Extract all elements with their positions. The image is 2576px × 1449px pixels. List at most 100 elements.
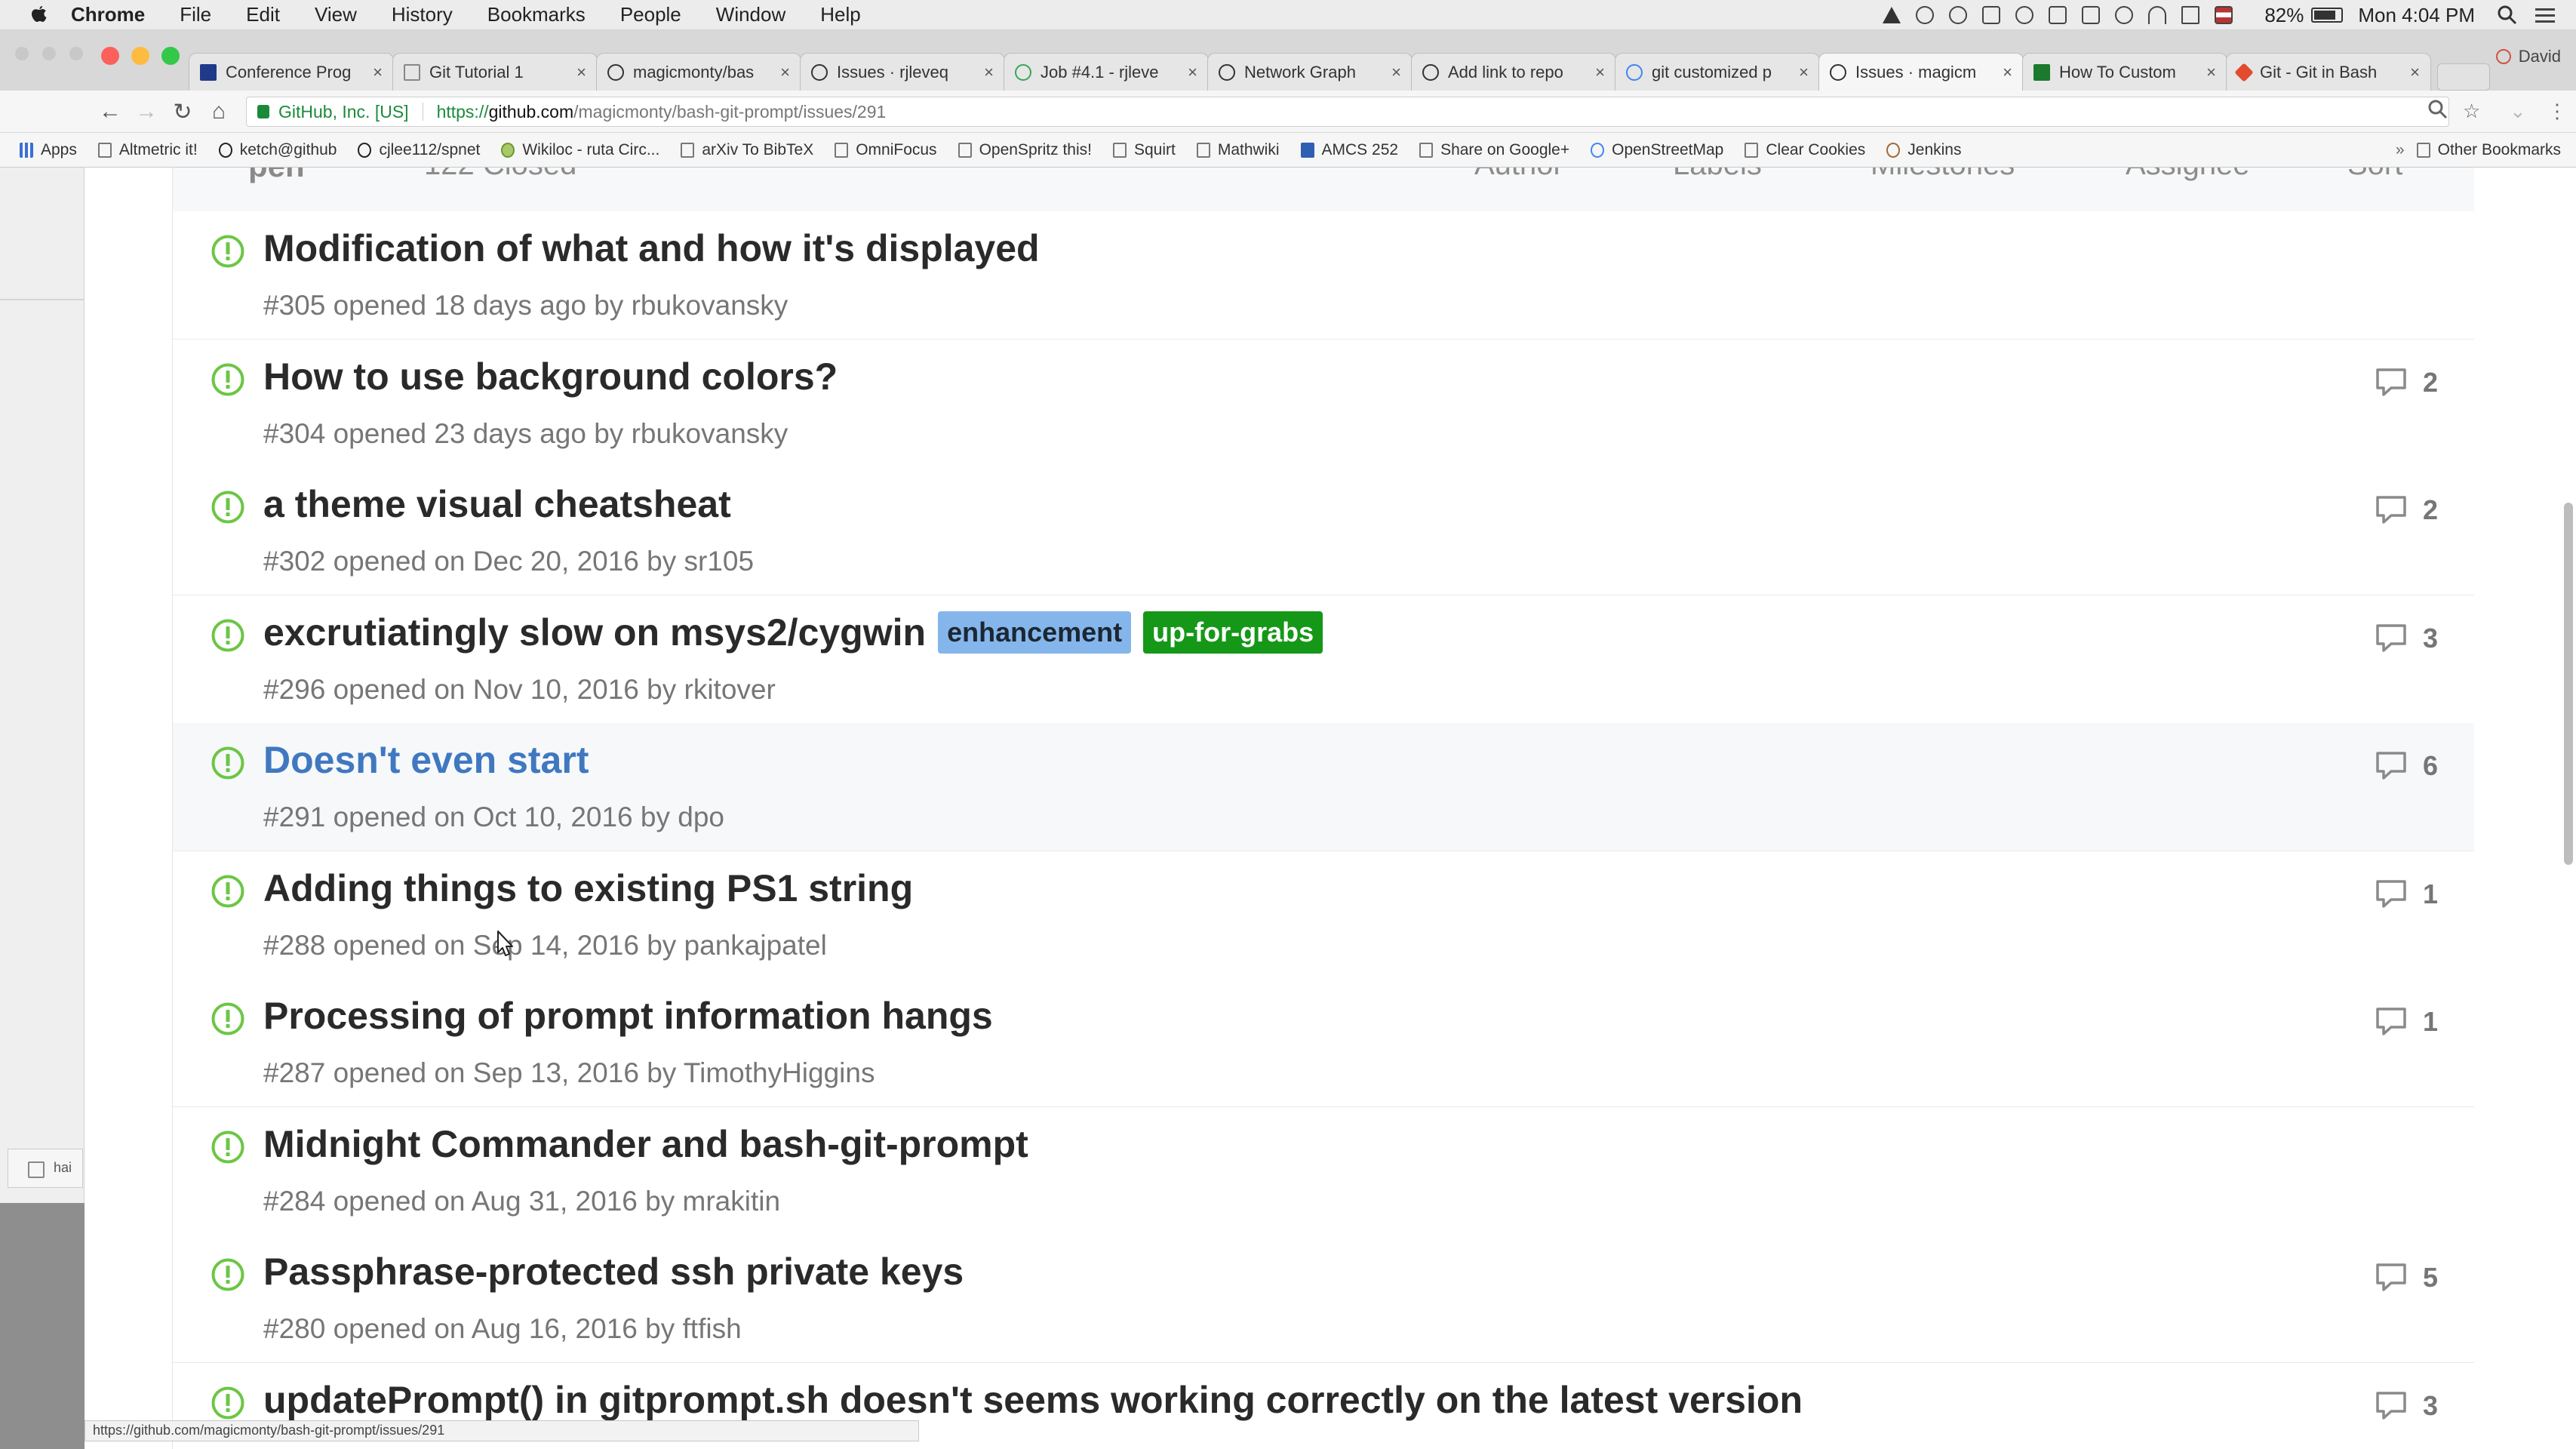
menu-view[interactable]: View: [315, 3, 357, 26]
issue-row[interactable]: excrutiatingly slow on msys2/cygwin enhan…: [173, 595, 2474, 724]
tab-close-icon[interactable]: ×: [2206, 63, 2216, 82]
issue-title-link[interactable]: Modification of what and how it's displa…: [263, 226, 1040, 270]
issue-comments-link[interactable]: 3: [2375, 623, 2438, 654]
chrome-menu-icon[interactable]: ⋮: [2547, 100, 2567, 123]
menu-bookmarks[interactable]: Bookmarks: [487, 3, 586, 26]
site-identity[interactable]: GitHub, Inc. [US]: [278, 102, 409, 122]
filter-author[interactable]: Author: [1474, 168, 1563, 182]
tab-close-icon[interactable]: ×: [1188, 63, 1197, 82]
tab-issues-magicmonty[interactable]: Issues · magicm ×: [1818, 53, 2024, 91]
issue-comments-link[interactable]: 3: [2375, 1390, 2438, 1422]
extension-icon[interactable]: ⌄: [2510, 100, 2526, 123]
airplay-icon[interactable]: [2082, 6, 2101, 24]
issue-title-link[interactable]: updatePrompt() in gitprompt.sh doesn't s…: [263, 1378, 1803, 1422]
bookmark-altmetric[interactable]: Altmetric it!: [97, 141, 198, 159]
tab-git-in-bash[interactable]: Git - Git in Bash ×: [2226, 53, 2431, 91]
tab-close-icon[interactable]: ×: [2003, 63, 2012, 82]
dropbox-icon[interactable]: [2049, 6, 2067, 24]
flag-icon[interactable]: [2215, 6, 2233, 24]
bookmark-jenkins[interactable]: Jenkins: [1886, 141, 1961, 159]
issue-title-link[interactable]: Passphrase-protected ssh private keys: [263, 1250, 964, 1294]
bookmark-arxiv-bibtex[interactable]: arXiv To BibTeX: [681, 141, 813, 159]
tab-close-icon[interactable]: ×: [1595, 63, 1605, 82]
forward-button[interactable]: →: [133, 98, 160, 125]
issue-comments-link[interactable]: 2: [2375, 367, 2438, 398]
shield-icon[interactable]: [1982, 6, 2001, 24]
bookmark-wikiloc[interactable]: Wikiloc - ruta Circ...: [501, 141, 659, 159]
bookmark-mathwiki[interactable]: Mathwiki: [1196, 141, 1280, 159]
tab-add-link[interactable]: Add link to repo ×: [1411, 53, 1616, 91]
bookmarks-overflow-chevron[interactable]: »: [2396, 141, 2405, 159]
issue-label-up-for-grabs[interactable]: up-for-grabs: [1143, 611, 1323, 654]
bookmark-clear-cookies[interactable]: Clear Cookies: [1744, 141, 1865, 159]
filter-milestones[interactable]: Milestones: [1871, 168, 2015, 182]
filter-labels[interactable]: Labels: [1673, 168, 1762, 182]
issue-comments-link[interactable]: 2: [2375, 494, 2438, 526]
close-window-button[interactable]: [101, 47, 119, 65]
tab-close-icon[interactable]: ×: [373, 63, 383, 82]
page-scrollbar[interactable]: [2564, 503, 2573, 865]
reload-button[interactable]: ↻: [169, 98, 196, 125]
issue-title-link[interactable]: excrutiatingly slow on msys2/cygwin: [263, 611, 926, 654]
issue-row[interactable]: a theme visual cheatsheat #302 opened on …: [173, 467, 2474, 595]
clock[interactable]: Mon 4:04 PM: [2358, 4, 2475, 27]
tab-network-graph[interactable]: Network Graph ×: [1207, 53, 1412, 91]
onepassword-icon[interactable]: [1916, 6, 1935, 24]
issue-row[interactable]: Processing of prompt information hangs #2…: [173, 979, 2474, 1107]
issue-title-link[interactable]: How to use background colors?: [263, 355, 838, 398]
wifi-icon[interactable]: [2148, 6, 2167, 24]
bookmark-openstreetmap[interactable]: OpenStreetMap: [1591, 141, 1723, 159]
filter-sort[interactable]: Sort: [2347, 168, 2402, 182]
sync-icon[interactable]: [1949, 6, 1968, 24]
bookmark-omnifocus[interactable]: OmniFocus: [835, 141, 937, 159]
home-button[interactable]: ⌂: [205, 98, 232, 125]
notification-center-icon[interactable]: [2535, 7, 2555, 23]
menu-file[interactable]: File: [180, 3, 211, 26]
bookmark-amcs252[interactable]: AMCS 252: [1300, 141, 1398, 159]
menu-app-name[interactable]: Chrome: [71, 3, 145, 26]
new-tab-button[interactable]: [2437, 63, 2490, 91]
bitly-icon[interactable]: [2015, 6, 2034, 24]
zoom-icon[interactable]: [2428, 100, 2448, 119]
open-issues-toggle[interactable]: pen: [248, 168, 305, 184]
tab-close-icon[interactable]: ×: [2410, 63, 2420, 82]
tab-close-icon[interactable]: ×: [1799, 63, 1809, 82]
zoom-window-button[interactable]: [161, 47, 180, 65]
spotlight-search-icon[interactable]: [2498, 5, 2517, 25]
issue-row[interactable]: Adding things to existing PS1 string #288…: [173, 851, 2474, 980]
tab-close-icon[interactable]: ×: [1391, 63, 1401, 82]
issue-comments-link[interactable]: 1: [2375, 878, 2438, 910]
bookmark-ketch-github[interactable]: ketch@github: [218, 141, 337, 159]
issue-title-link[interactable]: a theme visual cheatsheat: [263, 482, 731, 526]
tab-travis-job[interactable]: Job #4.1 - rjleve ×: [1004, 53, 1209, 91]
issue-row[interactable]: How to use background colors? #304 opened…: [173, 339, 2474, 468]
apple-menu-icon[interactable]: [24, 0, 54, 30]
menu-people[interactable]: People: [620, 3, 681, 26]
issue-comments-link[interactable]: 5: [2375, 1262, 2438, 1294]
issue-title-link[interactable]: Doesn't even start: [263, 738, 589, 782]
bookmark-share-google-plus[interactable]: Share on Google+: [1419, 141, 1569, 159]
menu-edit[interactable]: Edit: [246, 3, 280, 26]
filter-assignee[interactable]: Assignee: [2126, 168, 2250, 182]
tab-close-icon[interactable]: ×: [984, 63, 994, 82]
tab-close-icon[interactable]: ×: [780, 63, 790, 82]
issue-row[interactable]: Modification of what and how it's displa…: [173, 211, 2474, 340]
profile-button[interactable]: David: [2495, 47, 2561, 66]
volume-icon[interactable]: [2181, 6, 2200, 24]
issue-title-link[interactable]: Adding things to existing PS1 string: [263, 866, 913, 910]
bookmark-star-icon[interactable]: ☆: [2463, 100, 2480, 123]
closed-issues-toggle[interactable]: 122 Closed: [424, 168, 576, 182]
menu-help[interactable]: Help: [820, 3, 860, 26]
bookmark-apps[interactable]: Apps: [20, 141, 77, 159]
issue-row[interactable]: Doesn't even start #291 opened on Oct 10,…: [173, 723, 2474, 851]
other-bookmarks-folder[interactable]: Other Bookmarks: [2416, 141, 2561, 159]
tab-issues-rjleveque[interactable]: Issues · rjleveq ×: [800, 53, 1005, 91]
menu-history[interactable]: History: [392, 3, 453, 26]
tab-how-to-customize[interactable]: How To Custom ×: [2022, 53, 2227, 91]
issue-title-link[interactable]: Midnight Commander and bash-git-prompt: [263, 1122, 1028, 1166]
issue-row[interactable]: Passphrase-protected ssh private keys #28…: [173, 1235, 2474, 1363]
battery-indicator[interactable]: 82%: [2264, 4, 2344, 27]
tab-conference[interactable]: Conference Prog ×: [189, 53, 394, 91]
tab-close-icon[interactable]: ×: [576, 63, 586, 82]
issue-comments-link[interactable]: 1: [2375, 1006, 2438, 1038]
